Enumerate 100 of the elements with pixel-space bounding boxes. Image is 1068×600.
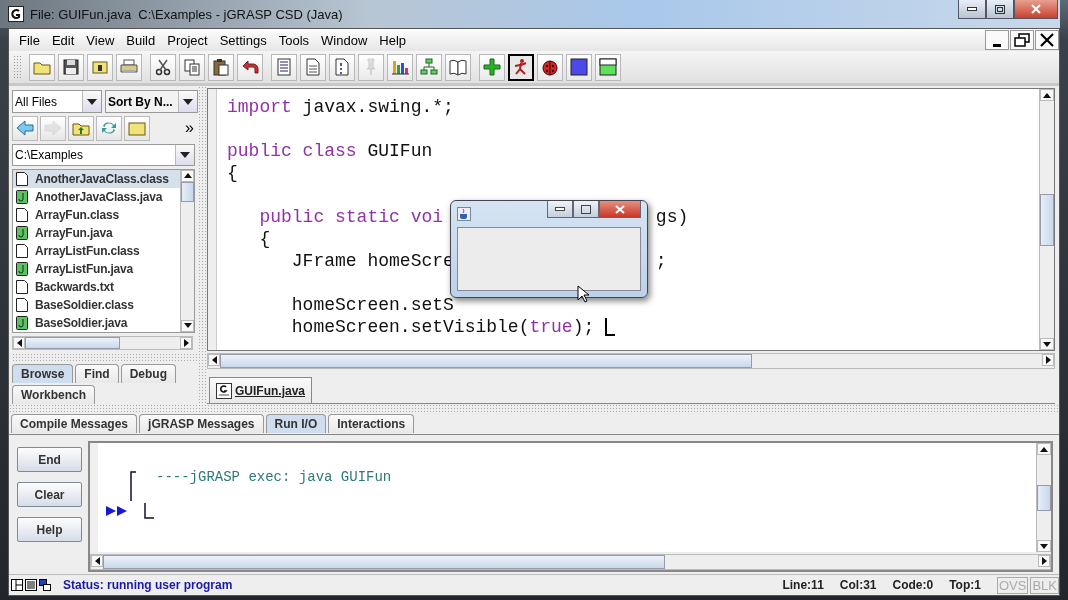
code-text: gs) bbox=[655, 207, 689, 227]
tab[interactable]: Compile Messages bbox=[11, 414, 138, 433]
minimize-button[interactable] bbox=[985, 30, 1009, 50]
code-text: public class bbox=[227, 141, 357, 161]
scroll-thumb[interactable] bbox=[1040, 193, 1054, 246]
sort-dropdown[interactable]: Sort By N... bbox=[105, 90, 198, 113]
menu-item[interactable]: Edit bbox=[45, 32, 81, 48]
toolbar-button[interactable] bbox=[237, 53, 263, 81]
close-icon bbox=[615, 204, 625, 214]
menu-item[interactable]: Settings bbox=[213, 32, 273, 48]
file-icon bbox=[16, 297, 28, 312]
maximize-button[interactable] bbox=[986, 0, 1014, 19]
console-text: ----jGRASP exec: java GUIFun bbox=[156, 469, 392, 485]
close-icon bbox=[1031, 4, 1041, 14]
scroll-thumb[interactable] bbox=[25, 336, 120, 350]
minimize-button[interactable] bbox=[958, 0, 986, 19]
push-button[interactable]: Clear bbox=[17, 482, 82, 507]
directory-entry[interactable]: BaseSoldier.class bbox=[13, 295, 180, 314]
vertical-scrollbar[interactable] bbox=[180, 169, 194, 332]
scroll-thumb[interactable] bbox=[103, 555, 665, 569]
directory-entry[interactable]: ArrayListFun.java bbox=[13, 259, 180, 278]
menu-item[interactable]: Build bbox=[120, 32, 162, 48]
maximize-button[interactable] bbox=[573, 201, 599, 218]
directory-entry[interactable]: AnotherJavaClass.class bbox=[13, 169, 180, 188]
directory-entry[interactable]: ArrayFun.class bbox=[13, 205, 180, 224]
minimize-icon bbox=[993, 44, 1001, 47]
plus-icon bbox=[482, 57, 502, 77]
close-button[interactable] bbox=[1014, 0, 1058, 19]
toolbar-button[interactable] bbox=[445, 53, 471, 81]
directory-entry[interactable]: BaseSoldier.java bbox=[13, 313, 180, 332]
filter-dropdown[interactable]: All Files bbox=[12, 90, 102, 113]
splitter-handle[interactable] bbox=[12, 353, 198, 361]
file-icon bbox=[16, 279, 28, 294]
directory-entry[interactable]: ArrayFun.java bbox=[13, 223, 180, 242]
toolbar-button[interactable] bbox=[150, 53, 176, 81]
push-button[interactable]: Help bbox=[17, 517, 82, 542]
toolbar-button[interactable] bbox=[87, 53, 113, 81]
tab[interactable]: Workbench bbox=[12, 385, 96, 404]
tab[interactable]: Browse bbox=[12, 364, 74, 383]
menu-item[interactable]: Project bbox=[161, 32, 214, 48]
scroll-thumb[interactable] bbox=[220, 354, 752, 368]
mouse-pointer-icon bbox=[577, 285, 589, 303]
nav-button[interactable] bbox=[12, 116, 38, 141]
scroll-arrow-icon bbox=[1040, 446, 1048, 452]
menu-item[interactable]: File bbox=[13, 32, 46, 48]
close-button[interactable] bbox=[1035, 30, 1059, 50]
square-icon bbox=[569, 57, 589, 77]
menu-item[interactable]: Window bbox=[315, 32, 374, 48]
nav-button[interactable] bbox=[124, 116, 150, 141]
push-button[interactable]: End bbox=[17, 447, 82, 472]
vertical-scrollbar[interactable] bbox=[1039, 89, 1054, 351]
toolbar-button[interactable] bbox=[595, 53, 621, 81]
path-dropdown[interactable]: C:\Examples bbox=[12, 143, 195, 166]
tab[interactable]: Find bbox=[75, 364, 119, 383]
status-field: Code:0 bbox=[892, 578, 934, 592]
toolbar-button[interactable] bbox=[387, 53, 413, 81]
restore-button[interactable] bbox=[1010, 30, 1034, 50]
scroll-arrow-icon bbox=[211, 356, 217, 365]
more-button[interactable]: » bbox=[181, 116, 198, 141]
minimize-icon bbox=[555, 207, 565, 211]
tab[interactable]: Interactions bbox=[328, 414, 415, 433]
menu-item[interactable]: Help bbox=[373, 32, 413, 48]
directory-entry[interactable]: AnotherJavaClass.java bbox=[13, 187, 180, 206]
minimize-button[interactable] bbox=[547, 201, 573, 218]
nav-button[interactable] bbox=[68, 116, 94, 141]
scissors-icon bbox=[153, 57, 173, 77]
scroll-arrow-icon bbox=[94, 557, 100, 565]
toolbar-button[interactable] bbox=[329, 53, 355, 81]
horizontal-scrollbar[interactable] bbox=[90, 554, 1051, 570]
toolbar-button[interactable] bbox=[508, 53, 534, 81]
restore-icon bbox=[1014, 33, 1030, 47]
file-icon bbox=[16, 243, 28, 258]
vertical-scrollbar[interactable] bbox=[1036, 443, 1051, 552]
toolbar-button[interactable] bbox=[537, 53, 563, 81]
nav-button[interactable] bbox=[96, 116, 122, 141]
tab[interactable]: Run I/O bbox=[265, 414, 327, 433]
splitter-handle[interactable] bbox=[198, 86, 207, 404]
code-text: homeScreen.setVisible( bbox=[290, 317, 530, 337]
scroll-thumb[interactable] bbox=[1037, 484, 1051, 511]
toolbar-button[interactable] bbox=[58, 53, 84, 81]
splitter-handle[interactable] bbox=[9, 404, 1059, 414]
horizontal-scrollbar[interactable] bbox=[12, 335, 193, 351]
horizontal-scrollbar[interactable] bbox=[207, 353, 1055, 369]
tab[interactable]: jGRASP Messages bbox=[139, 414, 264, 433]
windows-icon bbox=[39, 579, 51, 591]
minimize-icon bbox=[967, 7, 977, 11]
bracket-icon bbox=[144, 503, 154, 519]
java-window[interactable] bbox=[450, 200, 648, 298]
file-tab[interactable]: GUIFun.java bbox=[209, 377, 312, 403]
toolbar-button[interactable] bbox=[208, 53, 234, 81]
toolbar-button[interactable] bbox=[566, 53, 592, 81]
menu-item[interactable]: Tools bbox=[272, 32, 316, 48]
directory-entry[interactable]: Backwards.txt bbox=[13, 277, 180, 296]
window-icon bbox=[598, 57, 618, 77]
tab[interactable]: Debug bbox=[120, 364, 177, 383]
menu-item[interactable]: View bbox=[80, 32, 121, 48]
document-icon bbox=[303, 57, 323, 77]
copy-icon bbox=[182, 57, 202, 77]
directory-entry[interactable]: ArrayListFun.class bbox=[13, 241, 180, 260]
status-text: Status: running user program bbox=[63, 578, 233, 592]
